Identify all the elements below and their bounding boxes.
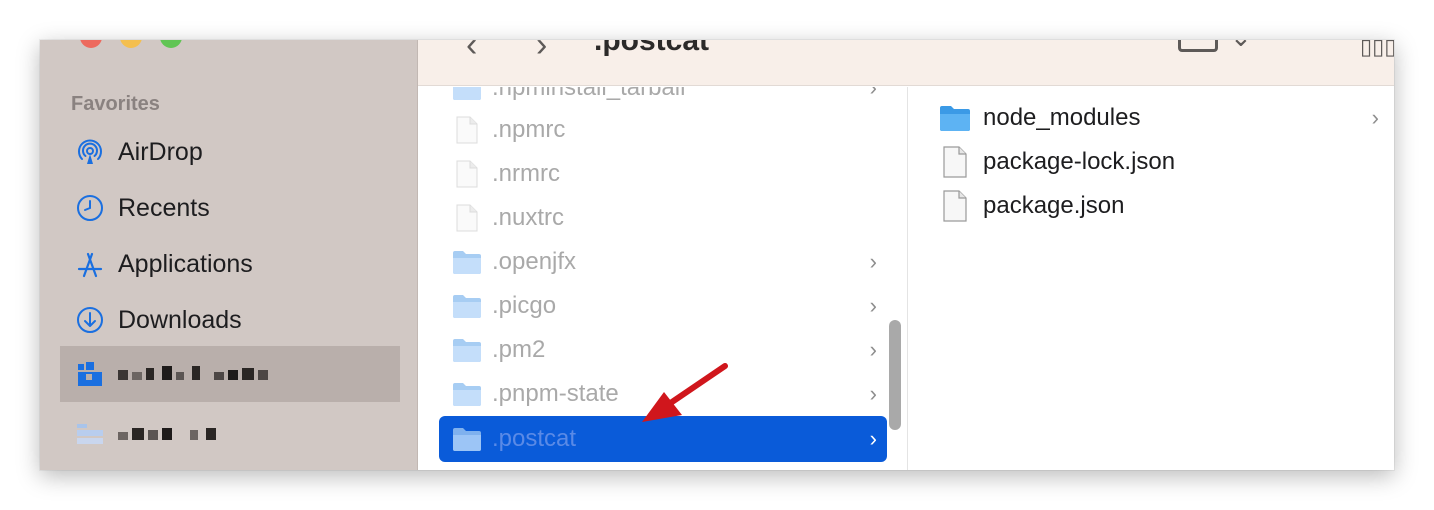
finder-window: Favorites AirDrop Recents Applications D…	[40, 40, 1394, 470]
item-name: .postcat	[492, 425, 577, 452]
list-item[interactable]: .pm2 ›	[439, 329, 887, 371]
back-button[interactable]: ‹	[466, 40, 477, 65]
zoom-window-button[interactable]	[160, 40, 182, 48]
folder-icon	[452, 87, 482, 102]
sidebar-heading-favorites: Favorites	[71, 93, 160, 115]
item-name: .pnpm-state	[492, 380, 619, 407]
sidebar-item-recents[interactable]: Recents	[60, 186, 398, 230]
list-item[interactable]: node_modules ›	[939, 98, 1379, 138]
folder-icon	[939, 102, 971, 134]
chevron-right-icon: ›	[1371, 105, 1379, 130]
item-name: .picgo	[492, 292, 557, 319]
item-name: .pm2	[492, 336, 546, 363]
folder-icon	[452, 292, 482, 320]
list-item[interactable]: .picgo ›	[439, 285, 887, 327]
list-item[interactable]: package-lock.json	[939, 142, 1379, 182]
list-item[interactable]: .openjfx ›	[439, 241, 887, 283]
applications-icon	[74, 248, 106, 280]
window-title: .postcat	[594, 40, 710, 57]
sidebar: Favorites AirDrop Recents Applications D…	[40, 40, 418, 470]
item-name: package-lock.json	[983, 148, 1176, 175]
chevron-right-icon: ›	[869, 337, 877, 362]
folder-icon	[452, 336, 482, 364]
chevron-right-icon: ›	[869, 87, 877, 100]
view-options-chevron-icon[interactable]: ⌄	[1230, 40, 1252, 53]
column-contents: node_modules › package-lock.json package…	[909, 87, 1394, 470]
sidebar-item-label: AirDrop	[118, 137, 203, 166]
list-item[interactable]: package.json	[939, 186, 1379, 226]
file-icon	[452, 160, 482, 188]
chevron-right-icon: ›	[869, 426, 877, 451]
scrollbar-thumb[interactable]	[889, 320, 901, 430]
airdrop-icon	[74, 136, 106, 168]
item-name: package.json	[983, 192, 1125, 219]
list-item[interactable]: .pnpm-state ›	[439, 373, 887, 415]
column-view-button[interactable]	[1178, 40, 1218, 52]
forward-button[interactable]: ›	[536, 40, 547, 65]
item-name: .nuxtrc	[492, 204, 565, 231]
item-name: .npmrc	[492, 116, 566, 143]
file-icon	[452, 204, 482, 232]
drive-icon	[74, 358, 106, 390]
file-icon	[452, 116, 482, 144]
sidebar-item-label: Recents	[118, 193, 210, 222]
file-icon	[939, 146, 971, 178]
obscured-label	[118, 362, 288, 386]
column-parent: .npminstall_tarball › .npmrc .nrmrc .nux…	[418, 87, 908, 470]
item-name: .openjfx	[492, 248, 577, 275]
sidebar-item-airdrop[interactable]: AirDrop	[60, 130, 398, 174]
sidebar-item-obscured[interactable]	[60, 412, 398, 456]
list-item-selected[interactable]: .postcat ›	[439, 416, 887, 462]
clock-icon	[74, 192, 106, 224]
chevron-right-icon: ›	[869, 293, 877, 318]
list-item[interactable]: .npmrc	[439, 109, 887, 151]
item-name: .nrmrc	[492, 160, 560, 187]
file-icon	[939, 190, 971, 222]
chevron-right-icon: ›	[869, 249, 877, 274]
list-item[interactable]: .npminstall_tarball ›	[439, 87, 887, 109]
chevron-right-icon: ›	[869, 381, 877, 406]
download-icon	[74, 304, 106, 336]
sidebar-item-obscured-selected[interactable]	[60, 346, 400, 402]
toolbar: ‹ › .postcat ⌄ ▯▯▯	[418, 40, 1394, 86]
folder-icon	[452, 380, 482, 408]
sidebar-item-label: Applications	[118, 249, 253, 278]
obscured-label	[118, 422, 238, 446]
sidebar-item-label: Downloads	[118, 305, 242, 334]
item-name: .npminstall_tarball	[492, 87, 686, 101]
close-window-button[interactable]	[80, 40, 102, 48]
folder-icon	[74, 418, 106, 450]
sidebar-item-downloads[interactable]: Downloads	[60, 298, 398, 342]
list-item[interactable]: .nrmrc	[439, 153, 887, 195]
item-name: node_modules	[983, 104, 1141, 131]
group-button[interactable]: ▯▯▯	[1360, 40, 1394, 60]
sidebar-item-applications[interactable]: Applications	[60, 242, 398, 286]
folder-icon	[452, 248, 482, 276]
folder-icon	[452, 425, 482, 453]
list-item[interactable]: .nuxtrc	[439, 197, 887, 239]
minimize-window-button[interactable]	[120, 40, 142, 48]
